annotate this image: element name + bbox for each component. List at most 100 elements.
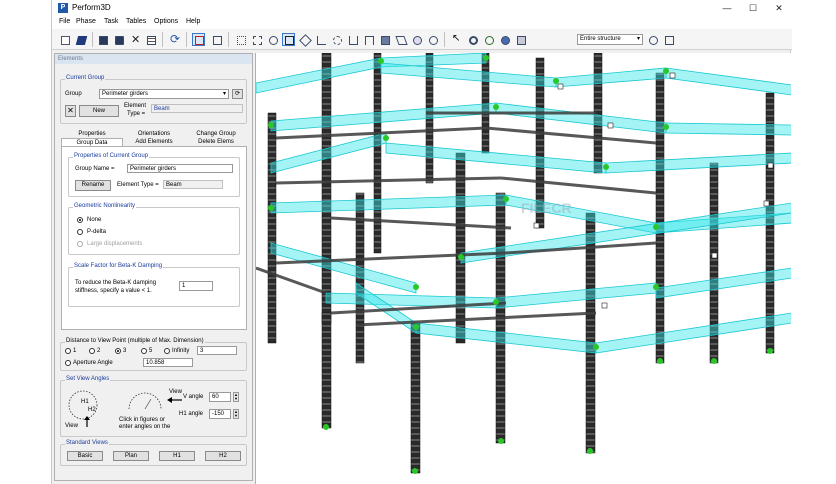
printer-icon[interactable]	[466, 33, 479, 46]
watermark: FILECR	[521, 200, 572, 216]
settings-icon[interactable]	[482, 33, 495, 46]
structure-select-value: Entire structure	[580, 36, 621, 42]
tab-add-elements[interactable]: Add Elements	[123, 138, 185, 146]
node-markers	[533, 72, 774, 309]
refresh-icon[interactable]: ⟳	[168, 32, 181, 46]
view-angles-box: Set View Angles H1 H2 View View Click in…	[60, 376, 247, 437]
element-type-label-2: Type =	[127, 111, 146, 117]
menu-bar: File Phase Task Tables Options Help	[52, 16, 792, 29]
radio-distance-5[interactable]	[141, 348, 147, 354]
view-label: View	[65, 423, 78, 429]
pan-icon[interactable]	[282, 33, 295, 46]
distance-value-field[interactable]: 3	[197, 346, 237, 355]
delete-icon[interactable]: ✕	[128, 33, 141, 46]
view-right-label: View	[169, 389, 182, 395]
properties-box: Properties of Current Group Group Name =…	[68, 153, 240, 197]
new-file-icon[interactable]	[58, 33, 71, 46]
tab-properties[interactable]: Properties	[61, 130, 123, 138]
structure-select[interactable]: Entire structure ▾	[577, 34, 643, 45]
print-icon[interactable]	[346, 33, 359, 46]
damping-value-field[interactable]: 1	[179, 281, 213, 291]
rotate-icon[interactable]	[266, 33, 279, 46]
h1-angle-field[interactable]: -150	[209, 409, 231, 419]
menu-file[interactable]: File	[59, 18, 70, 25]
open-file-icon[interactable]	[74, 33, 88, 46]
save-icon[interactable]	[96, 33, 109, 46]
minimize-button[interactable]: —	[714, 0, 740, 16]
h1-view-button[interactable]: H1	[159, 451, 195, 461]
aperture-value-field[interactable]: 10.858	[143, 358, 193, 367]
menu-help[interactable]: Help	[186, 18, 200, 25]
aperture-label: Aperture Angle	[73, 360, 113, 366]
menu-phase[interactable]: Phase	[76, 18, 96, 25]
maximize-button[interactable]: ☐	[740, 0, 766, 16]
plan-view-button[interactable]: Plan	[113, 451, 149, 461]
delete-group-button[interactable]: ✕	[65, 105, 76, 117]
radio-p-delta[interactable]	[77, 229, 83, 235]
element-type-label-1: Element	[124, 103, 147, 109]
refresh-group-button[interactable]: ⟳	[232, 89, 243, 99]
tab-orientations[interactable]: Orientations	[123, 130, 185, 138]
table-icon[interactable]	[144, 33, 157, 46]
menu-task[interactable]: Task	[104, 18, 118, 25]
radio-distance-2[interactable]	[89, 348, 95, 354]
radio-aperture[interactable]	[65, 360, 71, 366]
h2-view-button[interactable]: H2	[205, 451, 241, 461]
cube-icon[interactable]	[298, 33, 312, 47]
group-select[interactable]: Perimeter girders ▾	[99, 89, 229, 99]
search-zoom-icon[interactable]	[394, 33, 408, 46]
window-title: Perform3D	[72, 3, 111, 12]
pencil-icon[interactable]	[362, 33, 375, 46]
app-window: P Perform3D — ☐ ✕ File Phase Task Tables…	[51, 0, 792, 484]
save-as-icon[interactable]	[112, 33, 125, 46]
properties-label: Properties of Current Group	[73, 153, 150, 159]
help-icon[interactable]	[646, 33, 659, 46]
zoom-out-icon[interactable]	[410, 33, 423, 46]
standard-views-label: Standard Views	[65, 440, 109, 446]
radio-large-displacements[interactable]	[77, 241, 83, 247]
radio-none[interactable]	[77, 217, 83, 223]
grid-icon[interactable]	[662, 33, 675, 46]
h2-label: H2	[88, 407, 96, 413]
compare-icon[interactable]	[514, 33, 527, 46]
elements-view-icon[interactable]	[192, 33, 205, 46]
zoom-in-icon[interactable]	[426, 33, 439, 46]
scale-icon[interactable]	[378, 33, 391, 46]
radio-distance-infinity[interactable]	[164, 348, 170, 354]
v-angle-field[interactable]: 60	[209, 392, 231, 402]
model-viewport[interactable]: FILECR	[255, 53, 791, 484]
radio-distance-1[interactable]	[65, 348, 71, 354]
h1-angle-spinner[interactable]: ▲ ▼	[233, 409, 239, 419]
tab-delete-elems[interactable]: Delete Elems	[185, 138, 247, 146]
axes-icon[interactable]	[314, 33, 327, 46]
chevron-down-icon: ▾	[222, 91, 226, 97]
v-angle-spinner[interactable]: ▲ ▼	[233, 392, 239, 402]
basic-view-button[interactable]: Basic	[67, 451, 103, 461]
panel-title: Elements	[55, 54, 252, 64]
element-type-field: Beam	[163, 180, 223, 189]
damping-text-2: stiffness, specify a value < 1.	[75, 288, 152, 294]
undo-view-icon[interactable]: ↖	[450, 33, 463, 46]
new-group-button[interactable]: New	[79, 105, 119, 117]
view-angle-dial-v[interactable]	[125, 387, 165, 415]
damping-box: Scale Factor for Beta-K Damping To reduc…	[68, 263, 240, 307]
rename-button[interactable]: Rename	[75, 180, 111, 191]
nodes-icon[interactable]	[210, 33, 223, 46]
close-button[interactable]: ✕	[766, 0, 792, 16]
radio-large-displacements-label: Large displacements	[87, 241, 143, 247]
tab-change-group[interactable]: Change Group	[185, 130, 247, 138]
radio-distance-1-label: 1	[73, 348, 77, 354]
group-name-field[interactable]: Perimeter girders	[127, 164, 233, 173]
dimension-icon[interactable]	[330, 33, 343, 46]
radio-distance-3[interactable]	[115, 348, 121, 354]
clock-icon[interactable]	[498, 33, 511, 46]
tab-group-data[interactable]: Group Data	[61, 138, 123, 146]
menu-tables[interactable]: Tables	[126, 18, 146, 25]
frame-icon[interactable]	[234, 33, 247, 46]
zoom-box-icon[interactable]	[250, 33, 263, 46]
structure-3d-model[interactable]: FILECR	[256, 53, 791, 484]
radio-distance-infinity-label: Infinity	[172, 348, 190, 354]
app-logo-icon: P	[58, 3, 68, 13]
damping-label: Scale Factor for Beta-K Damping	[73, 263, 164, 269]
menu-options[interactable]: Options	[154, 18, 178, 25]
